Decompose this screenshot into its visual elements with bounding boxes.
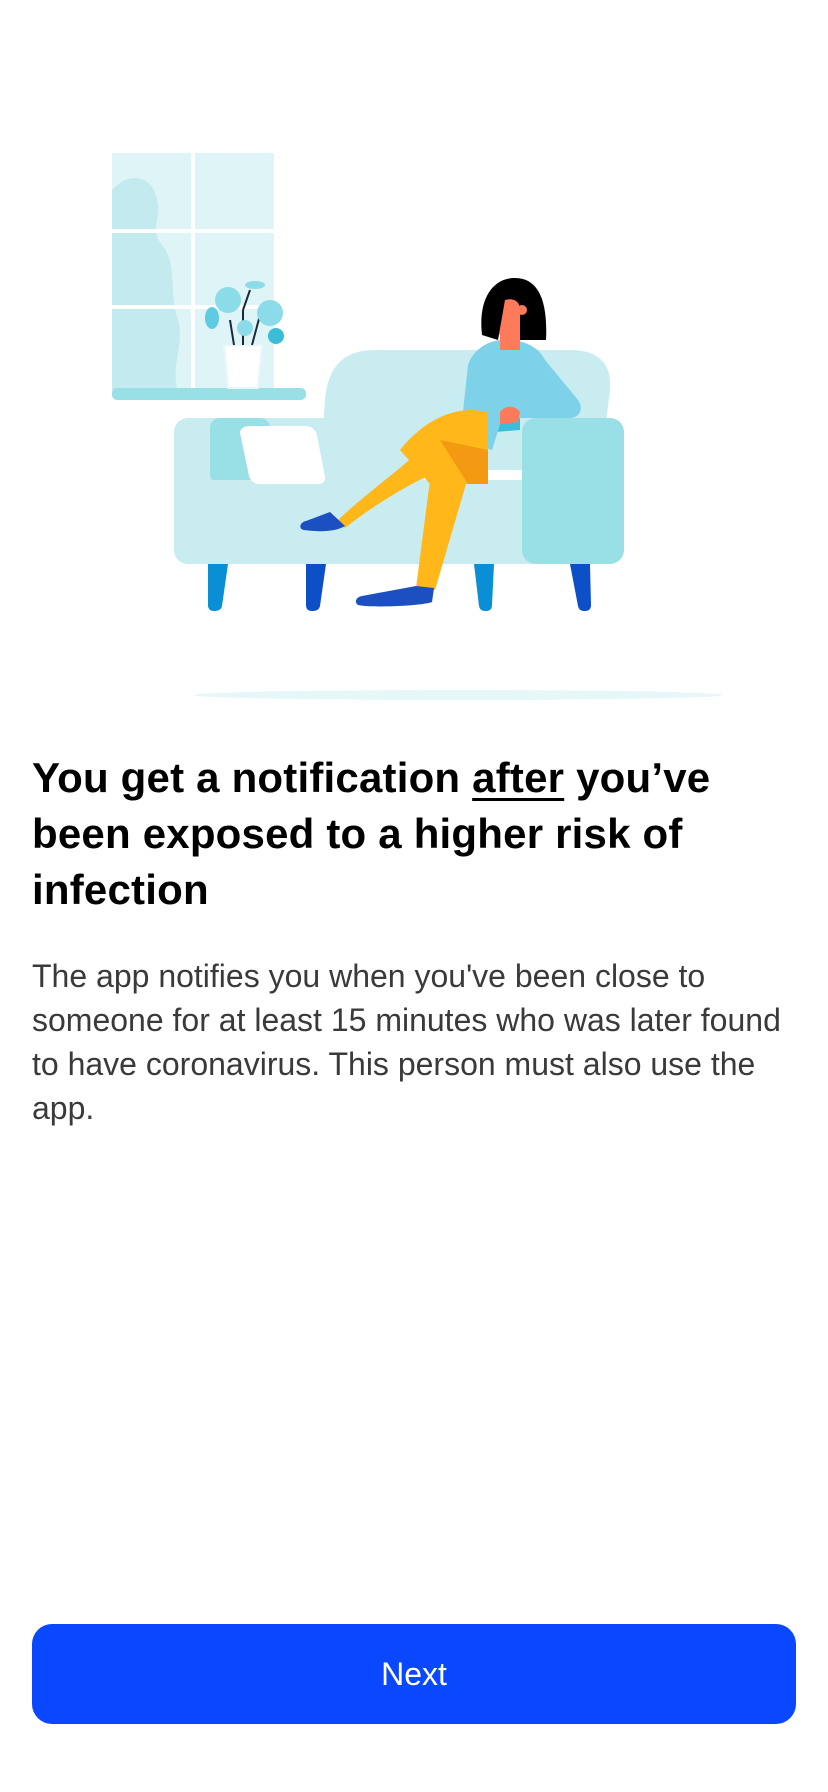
title-emphasis: after [472,754,565,801]
sofa [174,418,624,611]
onboarding-screen: You get a notification after you’ve been… [0,0,828,1792]
page-title: You get a notification after you’ve been… [32,750,796,918]
next-button[interactable]: Next [32,1624,796,1724]
title-text-start: You get a notification [32,754,473,801]
content: You get a notification after you’ve been… [32,750,796,1130]
floor-shadow [193,690,723,700]
window [112,153,306,400]
description-text: The app notifies you when you've been cl… [32,958,781,1126]
illustration-person-on-sofa [100,150,730,705]
sofa-illustration-icon [112,153,723,700]
